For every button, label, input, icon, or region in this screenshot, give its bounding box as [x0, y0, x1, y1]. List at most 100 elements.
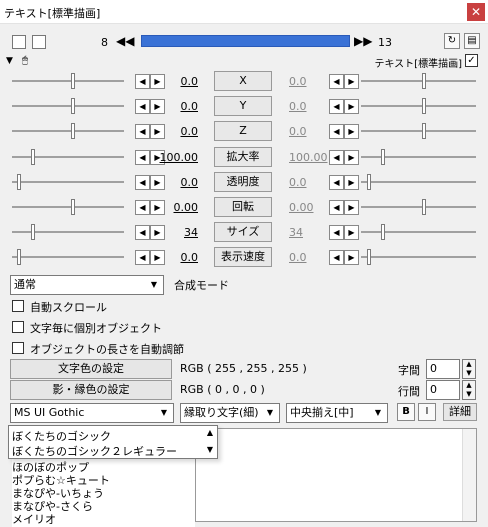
- decrement-button[interactable]: ◀: [329, 99, 344, 114]
- slider-thumb[interactable]: [17, 174, 22, 190]
- param-slider-left[interactable]: [12, 181, 124, 183]
- increment-button[interactable]: ▶: [344, 124, 359, 139]
- char-spacing-stepper[interactable]: ▲ ▼: [462, 359, 476, 379]
- frame-icon[interactable]: [32, 35, 46, 49]
- font-dropdown-list[interactable]: ぼくたちのゴシック ぼくたちのゴシック２レギュラー ▲ ▼: [8, 425, 218, 459]
- slider-thumb[interactable]: [366, 174, 371, 190]
- param-slider-left[interactable]: [12, 231, 124, 233]
- decrement-button[interactable]: ◀: [329, 124, 344, 139]
- text-style-select[interactable]: 縁取り文字(細) ▼: [180, 403, 280, 423]
- decrement-button[interactable]: ◀: [329, 250, 344, 265]
- decrement-button[interactable]: ◀: [329, 175, 344, 190]
- param-slider-right[interactable]: [361, 181, 476, 183]
- param-slider-right[interactable]: [361, 156, 476, 158]
- increment-button[interactable]: ▶: [344, 99, 359, 114]
- slider-thumb[interactable]: [366, 249, 371, 265]
- line-spacing-stepper[interactable]: ▲ ▼: [462, 380, 476, 400]
- slider-thumb[interactable]: [17, 249, 22, 265]
- slider-thumb[interactable]: [71, 73, 76, 89]
- param-name-button[interactable]: X: [214, 71, 272, 91]
- close-icon[interactable]: ✕: [467, 3, 485, 21]
- increment-button[interactable]: ▶: [344, 225, 359, 240]
- text-color-button[interactable]: 文字色の設定: [10, 359, 172, 379]
- checkbox-box[interactable]: [12, 300, 24, 312]
- increment-button[interactable]: ▶: [344, 74, 359, 89]
- settings-icon[interactable]: ▤: [464, 33, 480, 49]
- chevron-down-icon[interactable]: ▼: [204, 445, 216, 454]
- next-frame-button[interactable]: ▶▶: [354, 34, 372, 48]
- param-value[interactable]: 34: [138, 226, 198, 239]
- param-slider-right[interactable]: [361, 206, 476, 208]
- param-slider-left[interactable]: [12, 256, 124, 258]
- param-slider-right[interactable]: [361, 256, 476, 258]
- param-slider-left[interactable]: [12, 156, 124, 158]
- font-list-item[interactable]: ぼくたちのゴシック２レギュラー: [12, 443, 177, 459]
- decrement-button[interactable]: ◀: [329, 150, 344, 165]
- checkbox-box[interactable]: [12, 342, 24, 354]
- param-slider-right[interactable]: [361, 231, 476, 233]
- param-name-button[interactable]: 透明度: [214, 172, 272, 192]
- slider-thumb[interactable]: [422, 73, 427, 89]
- slider-thumb[interactable]: [31, 224, 36, 240]
- param-value[interactable]: 0.0: [138, 176, 199, 189]
- line-spacing-input[interactable]: 0: [426, 380, 460, 400]
- char-spacing-input[interactable]: 0: [426, 359, 460, 379]
- chevron-up-icon[interactable]: ▲: [204, 428, 216, 437]
- slider-thumb[interactable]: [422, 98, 427, 114]
- frame-slider[interactable]: [141, 35, 350, 47]
- decrement-button[interactable]: ◀: [329, 200, 344, 215]
- param-name-button[interactable]: 回転: [214, 197, 272, 217]
- collapse-icon[interactable]: ▼: [6, 56, 13, 66]
- param-slider-right[interactable]: [361, 105, 476, 107]
- bold-button[interactable]: B: [397, 403, 415, 421]
- param-value[interactable]: 0.0: [138, 75, 199, 88]
- slider-thumb[interactable]: [422, 199, 427, 215]
- font-list-item[interactable]: メイリオ: [12, 511, 56, 527]
- object-enable-checkbox[interactable]: ✓: [465, 54, 478, 67]
- slider-thumb[interactable]: [380, 149, 385, 165]
- align-select[interactable]: 中央揃え[中] ▼: [286, 403, 388, 423]
- param-slider-left[interactable]: [12, 80, 124, 82]
- slider-thumb[interactable]: [71, 199, 76, 215]
- checkbox-box[interactable]: [12, 321, 24, 333]
- detail-button[interactable]: 詳細: [443, 403, 477, 421]
- increment-button[interactable]: ▶: [344, 200, 359, 215]
- refresh-icon[interactable]: ↻: [444, 33, 460, 49]
- text-input-area[interactable]: [195, 428, 477, 522]
- slider-thumb[interactable]: [31, 149, 36, 165]
- slider-thumb[interactable]: [380, 224, 385, 240]
- param-slider-left[interactable]: [12, 130, 124, 132]
- param-value[interactable]: 0.0: [138, 100, 199, 113]
- font-select[interactable]: MS UI Gothic ▼: [10, 403, 174, 423]
- param-name-button[interactable]: 拡大率: [214, 147, 272, 167]
- param-value[interactable]: 100.00: [138, 151, 199, 164]
- slider-thumb[interactable]: [422, 123, 427, 139]
- param-slider-left[interactable]: [12, 105, 124, 107]
- param-name-button[interactable]: 表示速度: [214, 247, 272, 267]
- param-slider-left[interactable]: [12, 206, 124, 208]
- text-area-scrollbar[interactable]: [462, 429, 476, 521]
- camera-icon[interactable]: [12, 35, 26, 49]
- blend-mode-select[interactable]: 通常 ▼: [10, 275, 164, 295]
- shadow-color-button[interactable]: 影・縁色の設定: [10, 380, 172, 400]
- param-value[interactable]: 0.0: [138, 125, 199, 138]
- chevron-down-icon: ▼: [160, 408, 168, 417]
- decrement-button[interactable]: ◀: [329, 225, 344, 240]
- param-name-button[interactable]: Y: [214, 96, 272, 116]
- param-value[interactable]: 0.00: [138, 201, 199, 214]
- dropdown-scrollbar[interactable]: ▲ ▼: [204, 427, 216, 457]
- slider-thumb[interactable]: [71, 98, 76, 114]
- increment-button[interactable]: ▶: [344, 175, 359, 190]
- param-slider-right[interactable]: [361, 80, 476, 82]
- param-value[interactable]: 0.0: [138, 251, 199, 264]
- param-slider-right[interactable]: [361, 130, 476, 132]
- italic-button[interactable]: I: [418, 403, 436, 421]
- param-name-button[interactable]: Z: [214, 121, 272, 141]
- param-name-button[interactable]: サイズ: [214, 222, 272, 242]
- slider-thumb[interactable]: [71, 123, 76, 139]
- font-list-item[interactable]: ぼくたちのゴシック: [12, 428, 111, 444]
- increment-button[interactable]: ▶: [344, 250, 359, 265]
- decrement-button[interactable]: ◀: [329, 74, 344, 89]
- increment-button[interactable]: ▶: [344, 150, 359, 165]
- prev-frame-button[interactable]: ◀◀: [116, 34, 134, 48]
